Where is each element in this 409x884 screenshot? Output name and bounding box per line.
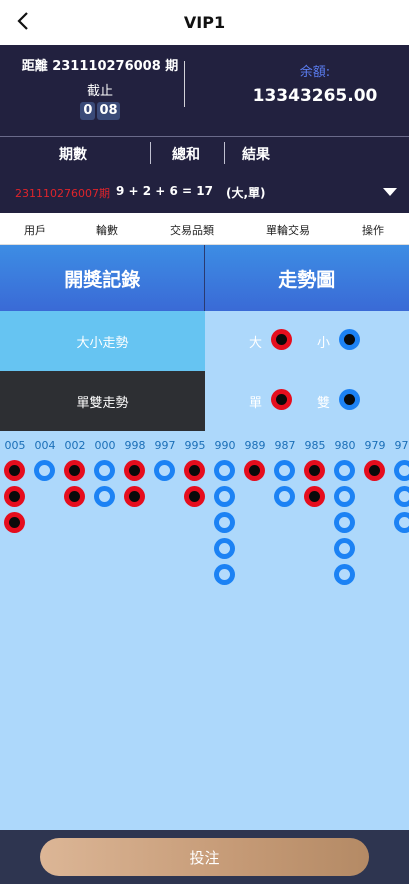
blue-bead-icon [94,486,115,507]
trend-chart: 005 004 002 000 998 997 995 990 989 987 985 980 979 9… [0,431,409,830]
blue-bead-icon [334,538,355,559]
red-bead-icon [244,460,265,481]
trend-column-label: 005 [4,439,26,452]
trend-column-label: 987 [274,439,296,452]
result-outcome: (大,單) [226,186,266,200]
top-bar: VIP1 [0,0,409,45]
red-bead-icon [64,460,85,481]
tab-trend-chart[interactable]: 走勢圖 [205,245,409,311]
info-divider [184,61,185,107]
red-bead-icon [4,460,25,481]
record-tabs: 用戶 輪數 交易品類 單輪交易 操作 [0,213,409,245]
blue-bead-icon [334,512,355,533]
trend-column-label: 995 [184,439,206,452]
blue-bead-icon [334,564,355,585]
blue-bead-icon [214,512,235,533]
countdown-block: 距離 231110276008 期 截止 0 08 [0,55,200,120]
timer-minutes: 0 [80,102,96,120]
blue-bead-icon [214,486,235,507]
bet-button[interactable]: 投注 [40,838,369,876]
header-divider [224,142,225,164]
big-small-legend: 大 小 [205,311,409,371]
blue-bead-icon [274,460,295,481]
blue-bead-icon [394,460,409,481]
trend-column-label: 979 [364,439,386,452]
blue-bead-icon [94,460,115,481]
tab-round[interactable]: 輪數 [96,222,118,238]
timer-seconds: 08 [97,102,120,120]
tab-draw-records[interactable]: 開獎記錄 [0,245,205,311]
result-column-header: 結果 [242,147,270,163]
countdown-timer: 0 08 [0,102,200,120]
blue-dot-icon [339,389,360,410]
trend-column-label: 990 [214,439,236,452]
trend-column-label: 002 [64,439,86,452]
trend-column-label: 997 [154,439,176,452]
tab-user[interactable]: 用戶 [24,222,46,238]
page-title: VIP1 [183,13,226,32]
balance-label: 余額: [299,65,331,80]
blue-bead-icon [34,460,55,481]
blue-bead-icon [334,460,355,481]
red-bead-icon [124,486,145,507]
trend-column-label: 976 [394,439,409,452]
blue-bead-icon [394,486,409,507]
trend-column-label: 989 [244,439,266,452]
trend-column-label: 998 [124,439,146,452]
trend-column-label: 985 [304,439,326,452]
back-arrow-icon[interactable] [12,9,36,33]
blue-bead-icon [334,486,355,507]
trend-column-label: 004 [34,439,56,452]
legend-even-label: 雙 [317,396,331,411]
tab-action[interactable]: 操作 [362,222,384,238]
red-bead-icon [184,486,205,507]
red-bead-icon [304,486,325,507]
balance-block: 余額: 13343265.00 [240,61,390,106]
period-info-panel: 距離 231110276008 期 截止 0 08 余額: 13343265.0… [0,45,409,137]
big-small-trend-row: 大小走勢 大 小 [0,311,409,371]
red-bead-icon [4,486,25,507]
blue-bead-icon [214,460,235,481]
red-bead-icon [304,460,325,481]
red-bead-icon [64,486,85,507]
legend-small-label: 小 [317,336,331,351]
balance-value: 13343265.00 [252,86,378,106]
blue-bead-icon [274,486,295,507]
result-period-id: 231110276007期 [15,187,110,200]
blue-bead-icon [214,564,235,585]
bottom-bar: 投注 [0,830,409,884]
next-period: 距離 231110276008 期 [21,59,179,74]
sum-column-header: 總和 [172,147,200,163]
red-bead-icon [4,512,25,533]
header-divider [150,142,151,164]
tab-category[interactable]: 交易品類 [170,222,214,238]
red-dot-icon [271,389,292,410]
odd-even-trend-row: 單雙走勢 單 雙 [0,371,409,431]
latest-result-row[interactable]: 231110276007期 9 + 2 + 6 = 17 (大,單) [0,171,409,213]
caret-down-icon[interactable] [383,188,397,196]
red-bead-icon [184,460,205,481]
red-bead-icon [124,460,145,481]
odd-even-trend-button[interactable]: 單雙走勢 [0,371,205,431]
odd-even-legend: 單 雙 [205,371,409,431]
tab-divider [204,245,205,311]
deadline-label: 截止 [86,84,113,99]
legend-odd-label: 單 [249,396,263,411]
trend-column-label: 980 [334,439,356,452]
trend-column-label: 000 [94,439,116,452]
blue-bead-icon [394,512,409,533]
blue-bead-icon [154,460,175,481]
blue-dot-icon [339,329,360,350]
tab-round-trade[interactable]: 單輪交易 [266,222,310,238]
red-dot-icon [271,329,292,350]
red-bead-icon [364,460,385,481]
legend-big-label: 大 [249,336,263,351]
blue-bead-icon [214,538,235,559]
period-column-header: 期數 [59,147,87,163]
section-tabs: 開獎記錄 走勢圖 [0,245,409,311]
result-sum-expression: 9 + 2 + 6 = 17 [116,184,213,198]
big-small-trend-button[interactable]: 大小走勢 [0,311,205,371]
result-header: 期數 總和 結果 [0,137,409,171]
